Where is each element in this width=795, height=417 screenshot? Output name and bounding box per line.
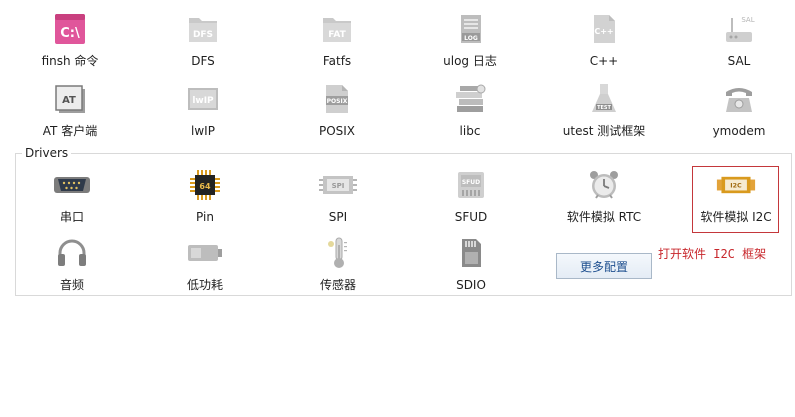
svg-text:LOG: LOG xyxy=(464,35,478,42)
driver-label: 串口 xyxy=(59,210,84,224)
chip-pin-icon: 64 xyxy=(185,165,225,205)
component-utest[interactable]: TEST utest 测试框架 xyxy=(541,77,667,141)
folder-fat-icon: FAT xyxy=(317,9,357,49)
driver-label: 传感器 xyxy=(319,278,356,292)
sfud-flash-icon: SFUD xyxy=(451,165,491,205)
driver-label: SFUD xyxy=(454,210,488,224)
component-finsh[interactable]: C:\ finsh 命令 xyxy=(7,7,133,71)
component-posix[interactable]: POSIX POSIX xyxy=(274,77,400,141)
driver-sfud[interactable]: SFUD SFUD xyxy=(408,163,534,227)
component-dfs[interactable]: DFS DFS xyxy=(140,7,266,71)
component-label: DFS xyxy=(191,54,215,68)
lwip-icon: lwIP xyxy=(183,79,223,119)
svg-text:C:\: C:\ xyxy=(60,26,80,41)
svg-text:C++: C++ xyxy=(594,27,613,36)
component-label: libc xyxy=(459,124,481,138)
svg-text:DFS: DFS xyxy=(193,30,213,40)
drivers-group-title: Drivers xyxy=(22,146,72,160)
svg-text:SFUD: SFUD xyxy=(462,179,480,186)
component-label: finsh 命令 xyxy=(41,54,99,68)
rt-thread-settings-panel: C:\ finsh 命令 DFS DFS FAT Fatfs LOG ulog … xyxy=(0,0,795,417)
component-cpp[interactable]: C++ C++ xyxy=(541,7,667,71)
driver-label: SPI xyxy=(328,210,348,224)
component-label: ulog 日志 xyxy=(443,54,497,68)
component-libc[interactable]: libc xyxy=(407,77,533,141)
svg-text:TEST: TEST xyxy=(597,105,611,111)
component-fatfs[interactable]: FAT Fatfs xyxy=(274,7,400,71)
thermometer-icon xyxy=(318,233,358,273)
component-at-client[interactable]: AT AT 客户端 xyxy=(7,77,133,141)
at-client-icon: AT xyxy=(50,79,90,119)
i2c-annotation-text: 打开软件 I2C 框架 xyxy=(658,247,767,261)
more-config-button[interactable]: 更多配置 xyxy=(556,253,652,279)
log-document-icon: LOG xyxy=(450,9,490,49)
component-label: SAL xyxy=(727,54,751,68)
driver-label: Pin xyxy=(196,210,214,224)
svg-text:AT: AT xyxy=(62,95,76,106)
component-label: POSIX xyxy=(318,124,356,138)
svg-text:lwIP: lwIP xyxy=(192,96,214,106)
router-icon: SAL xyxy=(719,9,759,49)
headphones-icon xyxy=(52,233,92,273)
spi-chip-icon: SPI xyxy=(318,165,358,205)
svg-text:SAL: SAL xyxy=(741,16,754,24)
driver-pin[interactable]: 64 Pin xyxy=(142,163,268,227)
driver-soft-rtc[interactable]: 软件模拟 RTC xyxy=(541,163,667,227)
svg-text:64: 64 xyxy=(199,182,211,191)
component-sal[interactable]: SAL SAL xyxy=(676,7,795,71)
component-label: AT 客户端 xyxy=(42,124,98,138)
component-ulog[interactable]: LOG ulog 日志 xyxy=(407,7,533,71)
component-label: Fatfs xyxy=(322,54,352,68)
driver-label: 软件模拟 RTC xyxy=(566,210,642,224)
svg-text:FAT: FAT xyxy=(328,30,346,40)
driver-sensor[interactable]: 传感器 xyxy=(275,231,401,295)
component-label: ymodem xyxy=(712,124,766,138)
battery-icon xyxy=(185,233,225,273)
component-label: utest 测试框架 xyxy=(562,124,646,138)
component-lwip[interactable]: lwIP lwIP xyxy=(140,77,266,141)
driver-label: 音频 xyxy=(59,278,84,292)
component-label: lwIP xyxy=(191,124,215,138)
books-icon xyxy=(450,79,490,119)
serial-port-icon xyxy=(52,165,92,205)
sd-card-icon xyxy=(451,233,491,273)
driver-soft-i2c[interactable]: I2C 软件模拟 I2C xyxy=(673,163,795,227)
svg-text:SPI: SPI xyxy=(332,182,345,190)
telephone-icon xyxy=(719,79,759,119)
driver-serial[interactable]: 串口 xyxy=(9,163,135,227)
alarm-clock-icon xyxy=(584,165,624,205)
test-flask-icon: TEST xyxy=(584,79,624,119)
driver-audio[interactable]: 音频 xyxy=(9,231,135,295)
i2c-chip-icon: I2C xyxy=(716,165,756,205)
component-ymodem[interactable]: ymodem xyxy=(676,77,795,141)
driver-label: SDIO xyxy=(456,278,486,292)
folder-dfs-icon: DFS xyxy=(183,9,223,49)
cpp-file-icon: C++ xyxy=(584,9,624,49)
svg-text:I2C: I2C xyxy=(730,183,742,190)
driver-spi[interactable]: SPI SPI xyxy=(275,163,401,227)
driver-label: 软件模拟 I2C xyxy=(700,210,772,224)
posix-document-icon: POSIX xyxy=(317,79,357,119)
driver-sdio[interactable]: SDIO xyxy=(408,231,534,295)
driver-label: 低功耗 xyxy=(186,278,223,292)
driver-low-power[interactable]: 低功耗 xyxy=(142,231,268,295)
terminal-icon: C:\ xyxy=(50,9,90,49)
component-label: C++ xyxy=(589,54,619,68)
svg-text:POSIX: POSIX xyxy=(327,98,348,105)
